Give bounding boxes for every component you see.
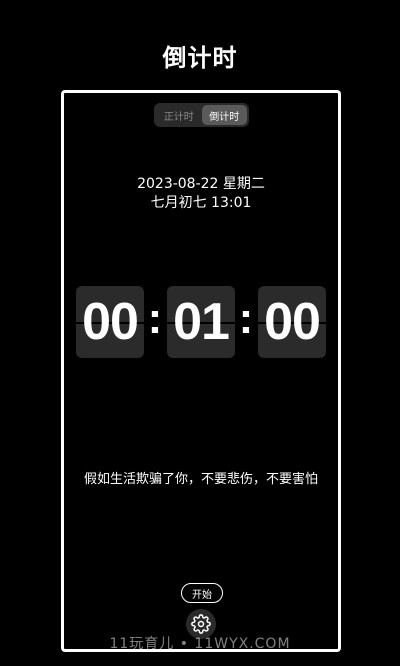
countdown-display: 00 : 01 : 00 [64,286,338,358]
seconds-card: 00 [258,286,326,358]
minutes-digits: 01 [173,293,230,351]
quote-text: 假如生活欺骗了你，不要悲伤，不要害怕 [84,472,319,487]
start-button[interactable]: 开始 [181,583,223,603]
tab-count-up[interactable]: 正计时 [156,105,202,125]
colon-separator: : [238,294,254,343]
watermark-text: 11玩育儿 • 11WYX.COM [109,636,291,652]
lunar-time-text: 七月初七 13:01 [150,195,252,211]
hours-digits: 00 [82,293,139,351]
phone-frame: 正计时 倒计时 2023-08-22 星期二 七月初七 13:01 00 : 0… [61,90,341,652]
colon-separator: : [147,294,163,343]
tab-countdown[interactable]: 倒计时 [201,105,247,125]
mode-toggle: 正计时 倒计时 [154,103,249,127]
minutes-card: 01 [167,286,235,358]
date-text: 2023-08-22 星期二 [137,176,265,192]
seconds-digits: 00 [264,293,321,351]
screen: 倒计时 正计时 倒计时 2023-08-22 星期二 七月初七 13:01 00… [0,0,400,666]
hours-card: 00 [76,286,144,358]
page-title: 倒计时 [162,44,238,72]
gear-icon [191,614,211,634]
